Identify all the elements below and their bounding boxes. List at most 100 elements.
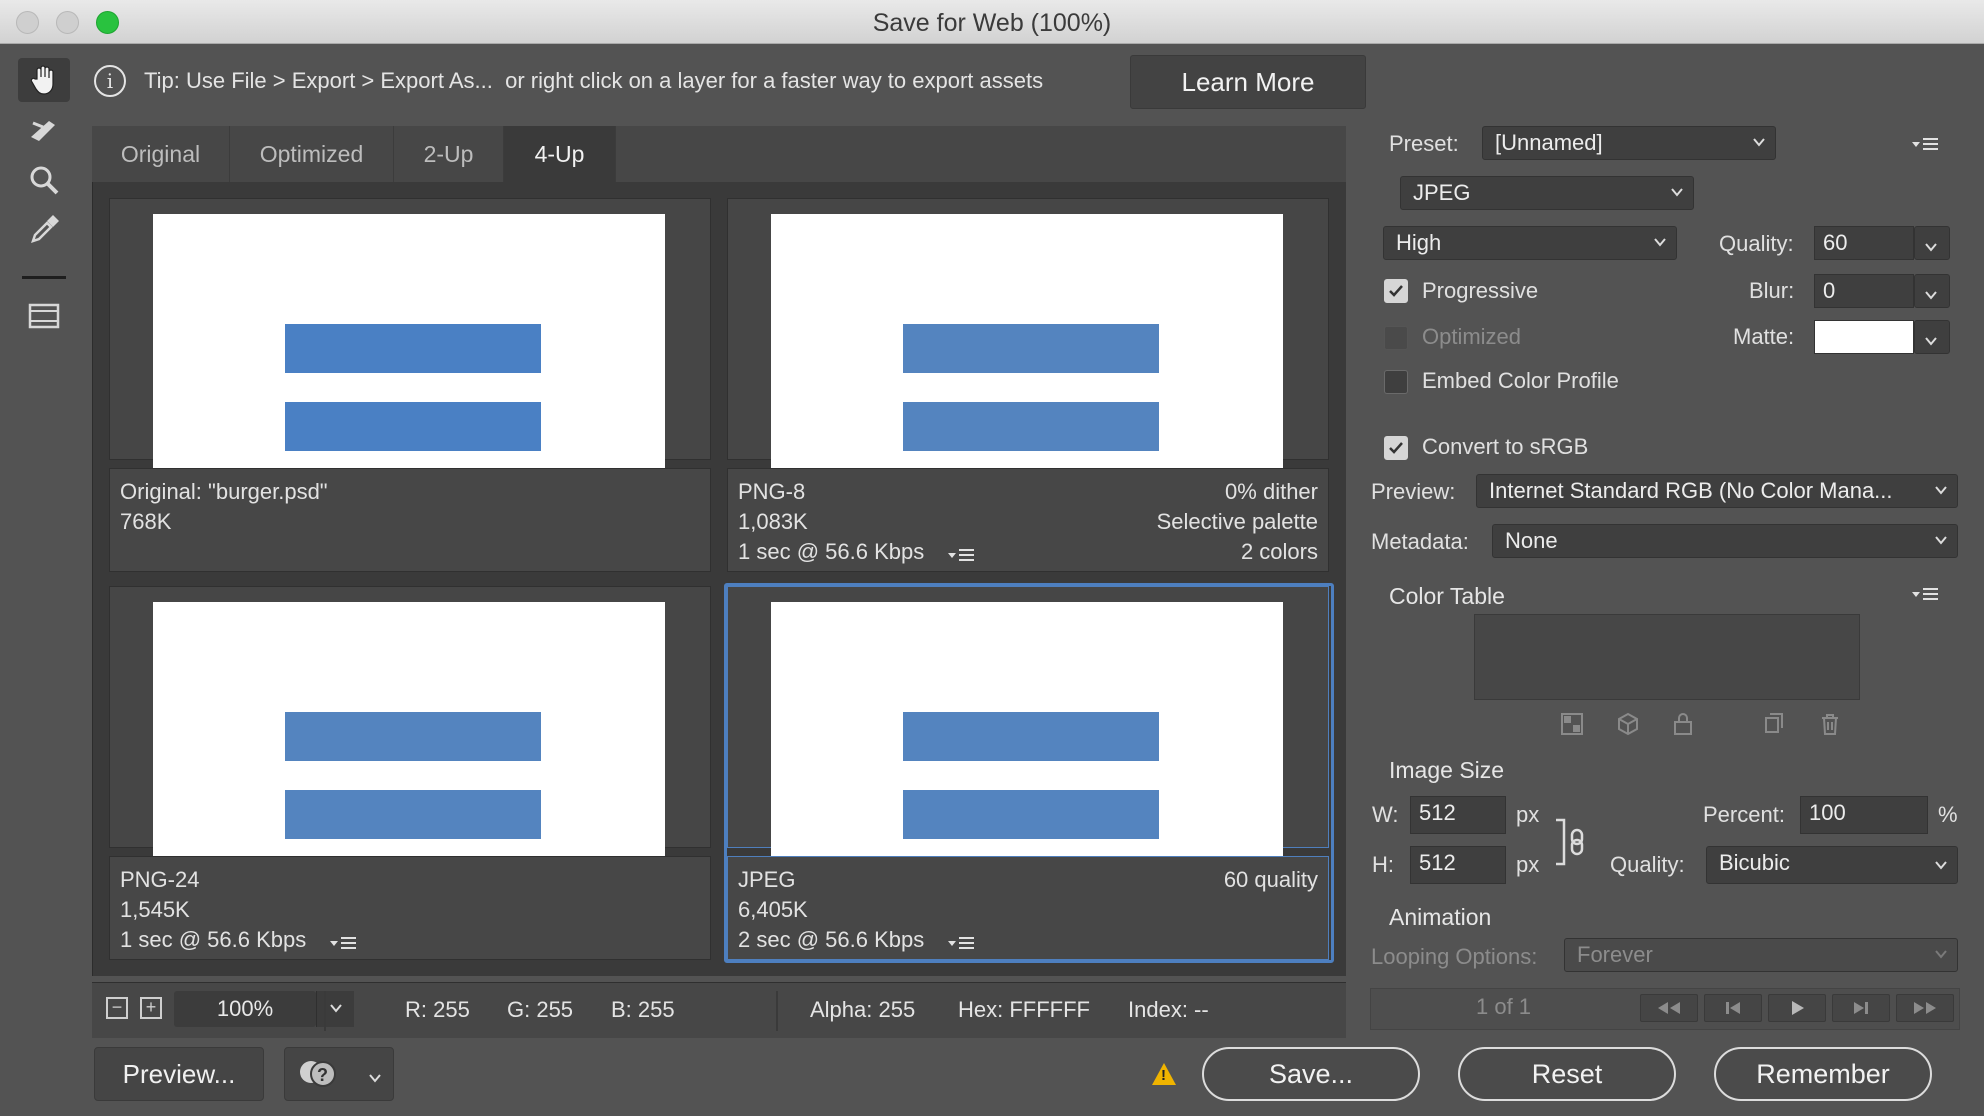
- percent-sign: %: [1938, 802, 1958, 827]
- zoom-level-field[interactable]: 100%: [174, 991, 316, 1027]
- new-color-icon[interactable]: [1762, 712, 1786, 736]
- blur-input[interactable]: 0: [1814, 274, 1914, 308]
- play-button[interactable]: [1768, 994, 1826, 1022]
- hex-readout: Hex: FFFFFF: [958, 997, 1090, 1022]
- percent-input[interactable]: 100: [1800, 796, 1928, 834]
- last-frame-button[interactable]: [1896, 994, 1954, 1022]
- trash-icon[interactable]: [1818, 712, 1842, 736]
- next-frame-button[interactable]: [1832, 994, 1890, 1022]
- tab-2-up[interactable]: 2-Up: [394, 126, 504, 182]
- eyedropper-color-swatch[interactable]: [22, 276, 66, 279]
- metadata-dropdown[interactable]: None: [1492, 524, 1958, 558]
- pane-info: PNG-24 1,545K 1 sec @ 56.6 Kbps: [109, 856, 711, 960]
- zoom-in-button[interactable]: +: [140, 997, 162, 1019]
- quality-level-dropdown[interactable]: High: [1383, 226, 1677, 260]
- lock-icon[interactable]: [1671, 712, 1695, 736]
- tab-original[interactable]: Original: [92, 126, 230, 182]
- pane-menu-icon[interactable]: [946, 543, 976, 563]
- metadata-label: Metadata:: [1371, 529, 1469, 554]
- animation-heading: Animation: [1389, 904, 1492, 930]
- alpha-readout: Alpha: 255: [810, 997, 916, 1022]
- preview-color-dropdown[interactable]: Internet Standard RGB (No Color Mana...: [1476, 474, 1958, 508]
- slices-visibility-icon: [28, 303, 60, 329]
- eyedropper-icon: [31, 215, 59, 243]
- previous-frame-button[interactable]: [1704, 994, 1762, 1022]
- toggle-slices-tool[interactable]: [18, 294, 70, 338]
- status-divider: [776, 991, 778, 1031]
- save-button[interactable]: Save...: [1202, 1047, 1420, 1101]
- image-size-heading: Image Size: [1389, 757, 1505, 783]
- resample-quality-dropdown[interactable]: Bicubic: [1706, 846, 1958, 884]
- image-canvas[interactable]: [153, 214, 665, 474]
- color-table-menu-icon[interactable]: [1910, 584, 1940, 610]
- quality-input[interactable]: 60: [1814, 226, 1914, 260]
- settings-menu-icon[interactable]: [1910, 134, 1940, 160]
- pane-menu-icon[interactable]: [946, 931, 976, 951]
- reset-button[interactable]: Reset: [1458, 1047, 1676, 1101]
- title-bar: Save for Web (100%): [0, 0, 1984, 44]
- blue-readout: B: 255: [611, 997, 675, 1022]
- width-input[interactable]: 512: [1410, 796, 1506, 834]
- preview-label: Preview:: [1371, 479, 1456, 504]
- browser-preview-button[interactable]: ?: [284, 1047, 394, 1101]
- first-frame-button[interactable]: [1640, 994, 1698, 1022]
- format-dropdown[interactable]: JPEG: [1400, 176, 1694, 210]
- hand-tool[interactable]: [18, 58, 70, 102]
- pane-original[interactable]: Original: "burger.psd" 768K: [109, 198, 711, 572]
- width-unit: px: [1516, 802, 1540, 827]
- burger-bar-bottom: [903, 790, 1159, 839]
- slice-select-tool[interactable]: [18, 108, 70, 152]
- remember-button[interactable]: Remember: [1714, 1047, 1932, 1101]
- learn-more-button[interactable]: Learn More: [1130, 55, 1366, 109]
- png24-format: PNG-24: [120, 867, 200, 892]
- matte-dropdown[interactable]: [1914, 320, 1950, 354]
- slice-select-icon: [31, 121, 55, 141]
- matte-color-swatch[interactable]: [1814, 320, 1914, 354]
- height-label: H:: [1372, 852, 1394, 877]
- png24-time: 1 sec @ 56.6 Kbps: [120, 927, 307, 952]
- pane-info: Original: "burger.psd" 768K: [109, 468, 711, 572]
- image-canvas[interactable]: [771, 214, 1283, 474]
- play-icon: [1792, 1001, 1804, 1015]
- color-table[interactable]: [1474, 614, 1860, 700]
- chevron-down-icon: [1933, 478, 1949, 504]
- cube-icon[interactable]: [1616, 712, 1640, 736]
- eyedropper-tool[interactable]: [18, 208, 70, 252]
- zoom-out-button[interactable]: −: [106, 997, 128, 1019]
- embed-color-profile-checkbox[interactable]: [1384, 370, 1408, 394]
- pane-png8[interactable]: PNG-8 1,083K 1 sec @ 56.6 Kbps 0% dither…: [727, 198, 1329, 572]
- blur-slider-dropdown[interactable]: [1914, 274, 1950, 308]
- burger-bar-top: [285, 712, 541, 761]
- tab-4-up[interactable]: 4-Up: [504, 126, 616, 182]
- zoom-dropdown[interactable]: [316, 991, 354, 1027]
- web-snap-icon[interactable]: [1560, 712, 1584, 736]
- hand-icon: [30, 65, 54, 95]
- quality-slider-dropdown[interactable]: [1914, 226, 1950, 260]
- zoom-tool[interactable]: [18, 158, 70, 202]
- convert-srgb-label: Convert to sRGB: [1422, 434, 1589, 459]
- pane-menu-icon[interactable]: [328, 931, 358, 951]
- preset-value: [Unnamed]: [1495, 130, 1603, 155]
- progressive-checkbox[interactable]: [1384, 279, 1408, 303]
- view-tabs: Original Optimized 2-Up 4-Up: [92, 126, 1346, 182]
- burger-bar-bottom: [903, 402, 1159, 451]
- preview-button[interactable]: Preview...: [94, 1047, 264, 1101]
- looping-options-dropdown[interactable]: Forever: [1564, 938, 1958, 972]
- fast-forward-icon: [1914, 1002, 1936, 1014]
- looping-options-value: Forever: [1577, 942, 1653, 967]
- convert-srgb-checkbox[interactable]: [1384, 436, 1408, 460]
- image-canvas[interactable]: [771, 602, 1283, 862]
- tab-optimized[interactable]: Optimized: [230, 126, 394, 182]
- embed-color-profile-label: Embed Color Profile: [1422, 368, 1619, 393]
- preset-dropdown[interactable]: [Unnamed]: [1482, 126, 1776, 160]
- chevron-down-icon: [1933, 942, 1949, 968]
- pane-jpeg[interactable]: JPEG 6,405K 2 sec @ 56.6 Kbps 60 quality: [727, 586, 1329, 960]
- png8-dither: 0% dither: [1225, 479, 1318, 504]
- height-input[interactable]: 512: [1410, 846, 1506, 884]
- chevron-down-icon: [1923, 235, 1939, 259]
- optimized-checkbox[interactable]: [1384, 326, 1408, 350]
- image-canvas[interactable]: [153, 602, 665, 862]
- png8-colors: 2 colors: [1240, 539, 1318, 564]
- link-dimensions-icon[interactable]: [1554, 816, 1588, 874]
- pane-png24[interactable]: PNG-24 1,545K 1 sec @ 56.6 Kbps: [109, 586, 711, 960]
